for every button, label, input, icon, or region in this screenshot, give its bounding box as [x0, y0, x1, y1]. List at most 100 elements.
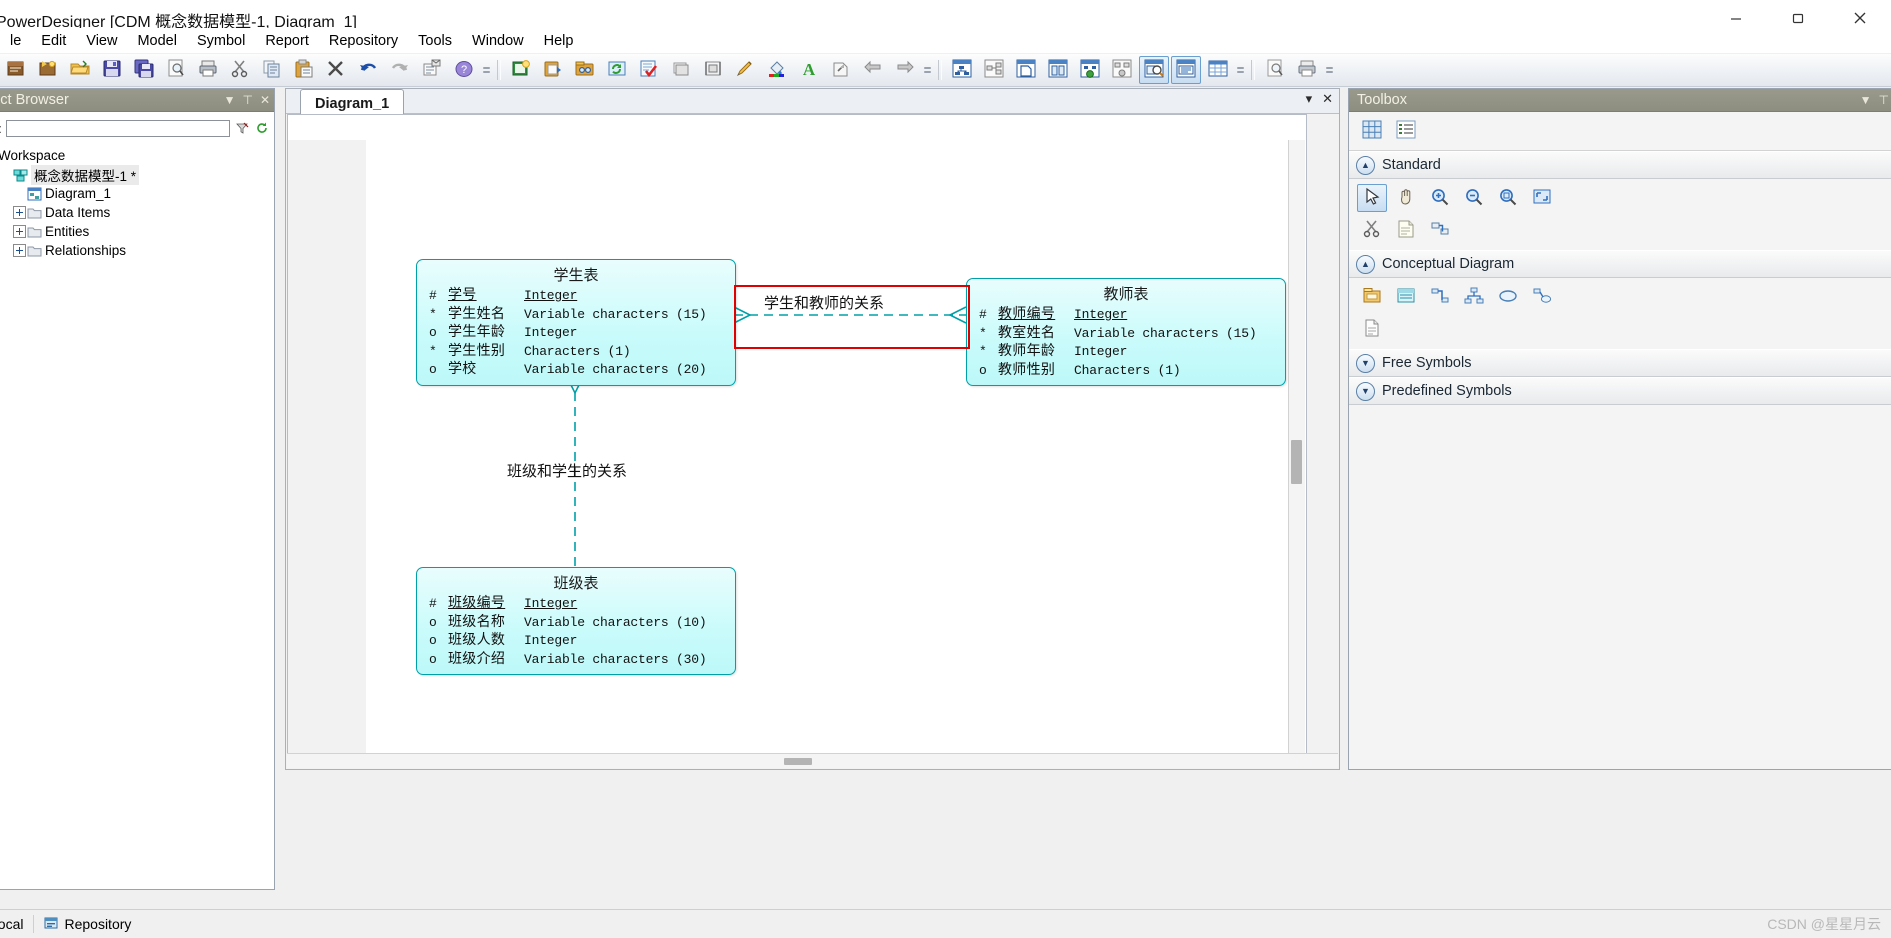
menu-report[interactable]: Report — [255, 30, 319, 52]
toolbar-model-options-button[interactable] — [538, 56, 568, 84]
tool-association[interactable] — [1493, 283, 1523, 311]
tool-note[interactable] — [1391, 216, 1421, 244]
tool-zoom-out[interactable] — [1459, 184, 1489, 212]
tree-item-Relationships[interactable]: Relationships — [0, 241, 274, 260]
toolbar-copy-button[interactable] — [257, 56, 287, 84]
toolbar-undo-button[interactable] — [353, 56, 383, 84]
chevron-down-icon[interactable]: ▼ — [224, 94, 236, 106]
toolbar-save-button[interactable] — [97, 56, 127, 84]
toolbar-help-button[interactable]: ? — [449, 56, 479, 84]
tree-item-Workspace[interactable]: Workspace — [0, 146, 274, 165]
entity-class[interactable]: 班级表 # 班级编号 Integer o 班级名称 Variable characters … — [416, 567, 736, 675]
toolbar-properties-button[interactable] — [417, 56, 447, 84]
toolbar-next-button[interactable] — [890, 56, 920, 84]
toolbar-check-model-button[interactable] — [634, 56, 664, 84]
relationship-label-class-student[interactable]: 班级和学生的关系 — [507, 460, 627, 481]
pin-icon[interactable]: ⊤ — [1878, 94, 1888, 106]
tool-relationship[interactable] — [1425, 283, 1455, 311]
toolbox-section-conceptual-diagram[interactable]: ▲ Conceptual Diagram — [1349, 250, 1891, 278]
pin-icon[interactable]: ⊤ — [242, 94, 252, 106]
toolbar-grip[interactable] — [482, 58, 491, 82]
expand-icon[interactable] — [13, 206, 26, 219]
toolbar-open-folder-button[interactable] — [65, 56, 95, 84]
tree-item-Entities[interactable]: Entities — [0, 222, 274, 241]
toolbar-delete-button[interactable] — [321, 56, 351, 84]
toolbar-print-preview-button[interactable] — [161, 56, 191, 84]
canvas-vertical-scrollbar[interactable] — [1288, 140, 1305, 763]
toolbar-split-view-button[interactable] — [1043, 56, 1073, 84]
entity-teacher[interactable]: 教师表 # 教师编号 Integer * 教室姓名 Variable characters … — [966, 278, 1286, 386]
toolbar-page-view-button[interactable] — [1011, 56, 1041, 84]
chevron-up-icon[interactable]: ▲ — [1356, 155, 1375, 175]
filter-apply-icon[interactable] — [234, 120, 250, 136]
toolbar-new-model-button[interactable] — [1, 56, 31, 84]
toolbar-paste-button[interactable] — [289, 56, 319, 84]
tool-package[interactable] — [1357, 283, 1387, 311]
toolbar-sub-diagram-button[interactable] — [1075, 56, 1105, 84]
toolbox-list-palette-button[interactable] — [1391, 117, 1421, 145]
tab-diagram-1[interactable]: Diagram_1 — [300, 89, 405, 116]
toolbar-shape-button[interactable] — [666, 56, 696, 84]
chevron-down-icon[interactable]: ▼ — [1356, 381, 1375, 401]
tab-list-icon[interactable]: ▾ — [1306, 91, 1313, 107]
toolbar-new-diagram-button[interactable] — [506, 56, 536, 84]
diagram-canvas[interactable]: 学生表 # 学号 Integer * 学生姓名 Variable characters (1… — [287, 114, 1307, 764]
tool-inheritance[interactable] — [1459, 283, 1489, 311]
toolbar-previous-button[interactable] — [858, 56, 888, 84]
toolbox-section-standard[interactable]: ▲ Standard — [1349, 151, 1891, 179]
menu-help[interactable]: Help — [534, 30, 584, 52]
toolbar-find-objects-button[interactable] — [570, 56, 600, 84]
toolbar-pen-button[interactable] — [730, 56, 760, 84]
tool-association-link[interactable] — [1527, 283, 1557, 311]
toolbar-grid-view-button[interactable] — [1203, 56, 1233, 84]
toolbox-section-free-symbols[interactable]: ▼ Free Symbols — [1349, 349, 1891, 377]
toolbar-fill-color-button[interactable] — [762, 56, 792, 84]
toolbar-grip[interactable] — [1325, 58, 1334, 82]
tool-zoom-area[interactable] — [1493, 184, 1523, 212]
tool-file-object[interactable] — [1357, 315, 1387, 343]
tool-zoom-fit[interactable] — [1527, 184, 1557, 212]
toolbar-generate-model-button[interactable] — [602, 56, 632, 84]
menu-symbol[interactable]: Symbol — [187, 30, 255, 52]
tool-zoom-in[interactable] — [1425, 184, 1455, 212]
tool-pan-hand[interactable] — [1391, 184, 1421, 212]
toolbar-dependency-view-button[interactable] — [979, 56, 1009, 84]
menu-window[interactable]: Window — [462, 30, 534, 52]
horizontal-scroll-thumb[interactable] — [784, 758, 812, 765]
close-icon[interactable]: ✕ — [260, 94, 270, 106]
toolbox-section-predefined-symbols[interactable]: ▼ Predefined Symbols — [1349, 377, 1891, 405]
toolbar-export-button[interactable] — [826, 56, 856, 84]
toolbar-link-view-button[interactable] — [1107, 56, 1137, 84]
vertical-scroll-thumb[interactable] — [1291, 440, 1302, 484]
expand-icon[interactable] — [13, 244, 26, 257]
tree-item-1[interactable]: 概念数据模型-1 * — [0, 164, 274, 185]
tree-item-Diagram_1[interactable]: Diagram_1 — [0, 184, 274, 203]
canvas-horizontal-scrollbar[interactable] — [287, 753, 1338, 768]
toolbar-save-all-button[interactable] — [129, 56, 159, 84]
toolbar-printer-button[interactable] — [1292, 56, 1322, 84]
chevron-down-icon[interactable]: ▼ — [1860, 94, 1872, 106]
status-repository[interactable]: Repository — [34, 911, 141, 938]
menu-tools[interactable]: Tools — [408, 30, 462, 52]
toolbox-grid-palette-button[interactable] — [1357, 117, 1387, 145]
toolbar-cut-button[interactable] — [225, 56, 255, 84]
menu-model[interactable]: Model — [127, 30, 187, 52]
menu-edit[interactable]: Edit — [31, 30, 76, 52]
refresh-icon[interactable] — [254, 120, 270, 136]
toolbar-result-list-button[interactable] — [1171, 56, 1201, 84]
chevron-down-icon[interactable]: ▼ — [1356, 353, 1375, 373]
toolbar-redo-button[interactable] — [385, 56, 415, 84]
toolbar-grip[interactable] — [1236, 58, 1245, 82]
toolbar-format-button[interactable] — [698, 56, 728, 84]
tool-scissors[interactable] — [1357, 216, 1387, 244]
toolbar-browser-view-button[interactable] — [1139, 56, 1169, 84]
toolbar-font-button[interactable]: A — [794, 56, 824, 84]
menu-repository[interactable]: Repository — [319, 30, 408, 52]
tab-close-icon[interactable]: ✕ — [1322, 91, 1333, 107]
toolbar-diagram-view-button[interactable] — [947, 56, 977, 84]
toolbar-print-button[interactable] — [193, 56, 223, 84]
expand-icon[interactable] — [13, 225, 26, 238]
menu-view[interactable]: View — [76, 30, 127, 52]
tree-item-DataItems[interactable]: Data Items — [0, 203, 274, 222]
menu-file[interactable]: le — [0, 30, 31, 52]
